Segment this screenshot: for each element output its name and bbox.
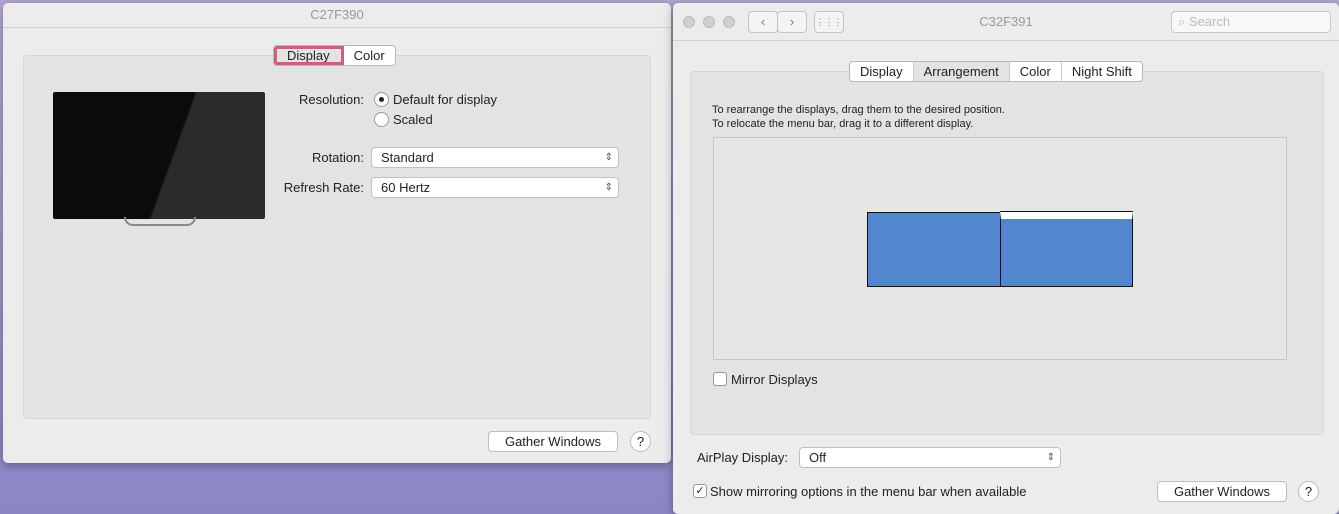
tab-color[interactable]: Color [344,46,395,65]
display-prefs-window-c27f390: C27F390 Display Color Resolution: Defaul… [3,3,671,463]
rotation-select[interactable]: Standard ⇕ [371,147,619,168]
refresh-label: Refresh Rate: [283,180,364,195]
display-thumb-main[interactable] [1000,212,1133,287]
title-bar: ‹ › ⋮⋮⋮ C32F391 ⌕ Search [673,3,1339,41]
display-thumb-left[interactable] [867,212,1001,287]
tab-night-shift[interactable]: Night Shift [1062,62,1142,81]
forward-button[interactable]: › [777,11,807,33]
zoom-button[interactable] [723,16,735,28]
tab-color[interactable]: Color [1010,62,1062,81]
tab-display[interactable]: Display [274,46,344,65]
refresh-value: 60 Hertz [381,180,431,195]
updown-icon: ⇕ [604,182,613,193]
tab-bar: Display Color [273,45,396,66]
rotation-label: Rotation: [311,150,364,165]
show-mirroring-label: Show mirroring options in the menu bar w… [710,484,1027,499]
radio-default[interactable] [374,92,389,107]
updown-icon: ⇕ [1046,452,1055,463]
title-bar: C27F390 [3,3,671,28]
airplay-select[interactable]: Off ⇕ [799,447,1061,468]
mirror-displays-checkbox[interactable] [713,372,727,386]
instruction-text: To rearrange the displays, drag them to … [712,104,1005,116]
airplay-value: Off [809,450,827,465]
show-mirroring-checkbox[interactable]: ✓ [693,484,707,498]
refresh-select[interactable]: 60 Hertz ⇕ [371,177,619,198]
gather-windows-button[interactable]: Gather Windows [1157,481,1287,502]
window-title: C32F391 [979,14,1033,29]
minimize-button[interactable] [703,16,715,28]
gather-windows-button[interactable]: Gather Windows [488,431,618,452]
arrangement-area [713,137,1287,360]
resolution-label: Resolution: [298,92,364,107]
close-button[interactable] [683,16,695,28]
search-placeholder: Search [1188,14,1231,29]
window-title: C27F390 [310,7,364,22]
rotation-value: Standard [381,150,434,165]
grid-icon[interactable]: ⋮⋮⋮ [814,11,844,33]
help-button[interactable]: ? [630,431,651,452]
search-input[interactable]: ⌕ Search [1171,11,1331,33]
tab-display[interactable]: Display [850,62,914,81]
display-image [53,92,265,219]
radio-default-label: Default for display [393,92,498,107]
tab-bar: Display Arrangement Color Night Shift [849,61,1143,82]
tab-arrangement[interactable]: Arrangement [913,62,1010,81]
radio-scaled-label: Scaled [393,112,433,127]
help-button[interactable]: ? [1298,481,1319,502]
search-icon: ⌕ [1178,14,1189,29]
mirror-displays-label: Mirror Displays [731,372,818,387]
display-stand [124,217,196,226]
display-prefs-window-c32f391: ‹ › ⋮⋮⋮ C32F391 ⌕ Search Display Arrange… [673,3,1339,514]
updown-icon: ⇕ [604,152,613,163]
radio-scaled[interactable] [374,112,389,127]
airplay-label: AirPlay Display: [697,450,789,465]
back-button[interactable]: ‹ [748,11,778,33]
instruction-text: To relocate the menu bar, drag it to a d… [712,118,974,130]
